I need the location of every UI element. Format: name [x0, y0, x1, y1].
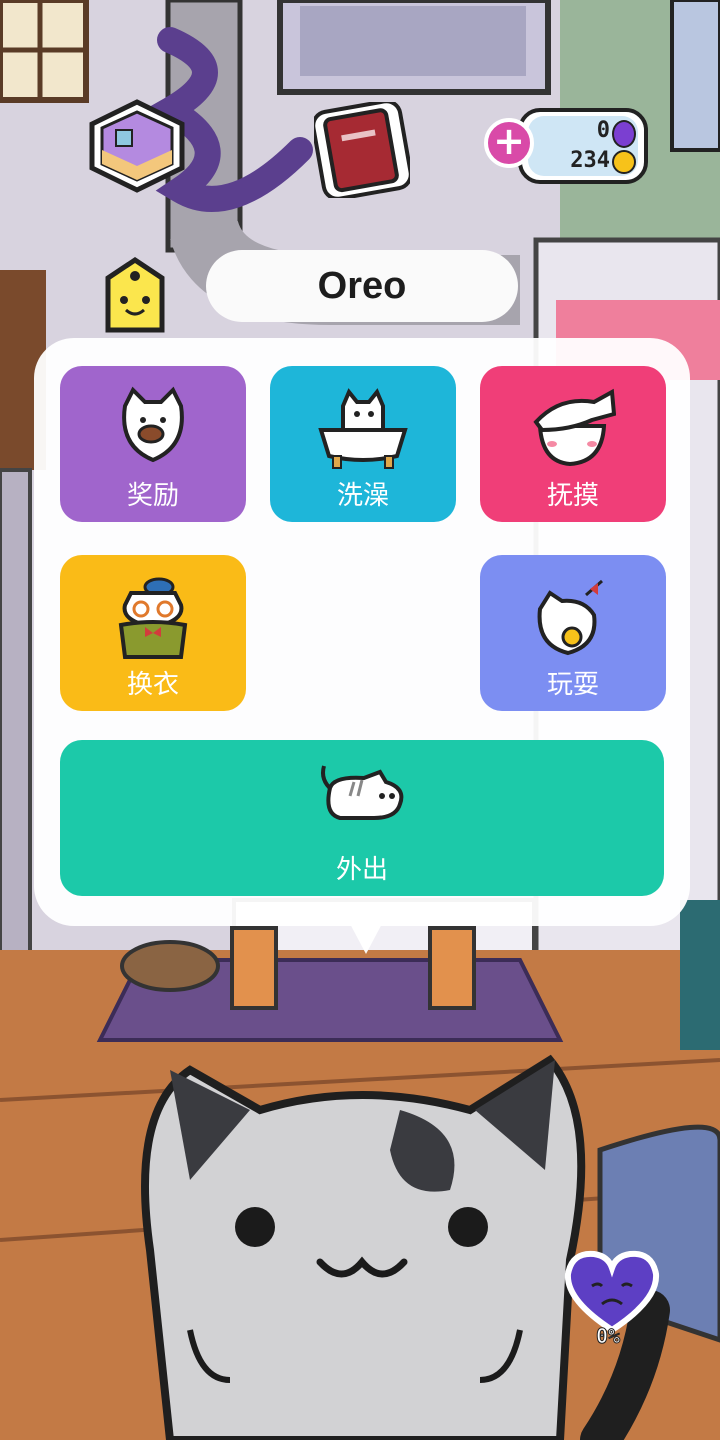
- coins-count: 234: [570, 148, 610, 173]
- gems-count: 0: [596, 118, 610, 143]
- currency-box: 0 234: [518, 108, 648, 184]
- pet-label: 抚摸: [546, 481, 599, 511]
- room-cube-icon: [89, 99, 185, 193]
- name-tag-badge[interactable]: [100, 256, 170, 338]
- menu-pointer: [348, 920, 384, 954]
- gem-icon: [612, 120, 636, 148]
- coin-icon: [612, 150, 636, 174]
- bathtub-icon: [318, 388, 408, 469]
- reward-label: 奖励: [126, 481, 179, 511]
- walking-cat-icon: [321, 765, 404, 820]
- collection-book-button[interactable]: [311, 99, 413, 201]
- sad-heart-icon: [564, 1250, 660, 1334]
- play-label: 玩耍: [546, 670, 599, 700]
- bath-label: 洗澡: [336, 481, 389, 511]
- go-out-button[interactable]: 外出: [60, 740, 664, 896]
- add-currency-button[interactable]: +: [484, 118, 534, 168]
- play-button[interactable]: 玩耍: [480, 555, 666, 711]
- cat-toy-icon: [537, 579, 603, 656]
- hand-petting-icon: [533, 388, 616, 467]
- cat-eating-icon: [122, 386, 184, 463]
- dress-up-button[interactable]: 换衣: [60, 555, 246, 711]
- pet-name: Oreo: [206, 250, 518, 322]
- dress-up-label: 换衣: [126, 670, 179, 700]
- bath-button[interactable]: 洗澡: [270, 366, 456, 522]
- currency-panel: 0 234 +: [484, 104, 648, 184]
- pet-button[interactable]: 抚摸: [480, 366, 666, 522]
- room-button[interactable]: [86, 96, 188, 194]
- go-out-label: 外出: [335, 855, 388, 885]
- cat-outfit-icon: [118, 577, 188, 659]
- tag-icon: [105, 256, 165, 333]
- reward-button[interactable]: 奖励: [60, 366, 246, 522]
- mood-percent: 0%: [595, 1324, 621, 1349]
- book-icon: [311, 99, 413, 201]
